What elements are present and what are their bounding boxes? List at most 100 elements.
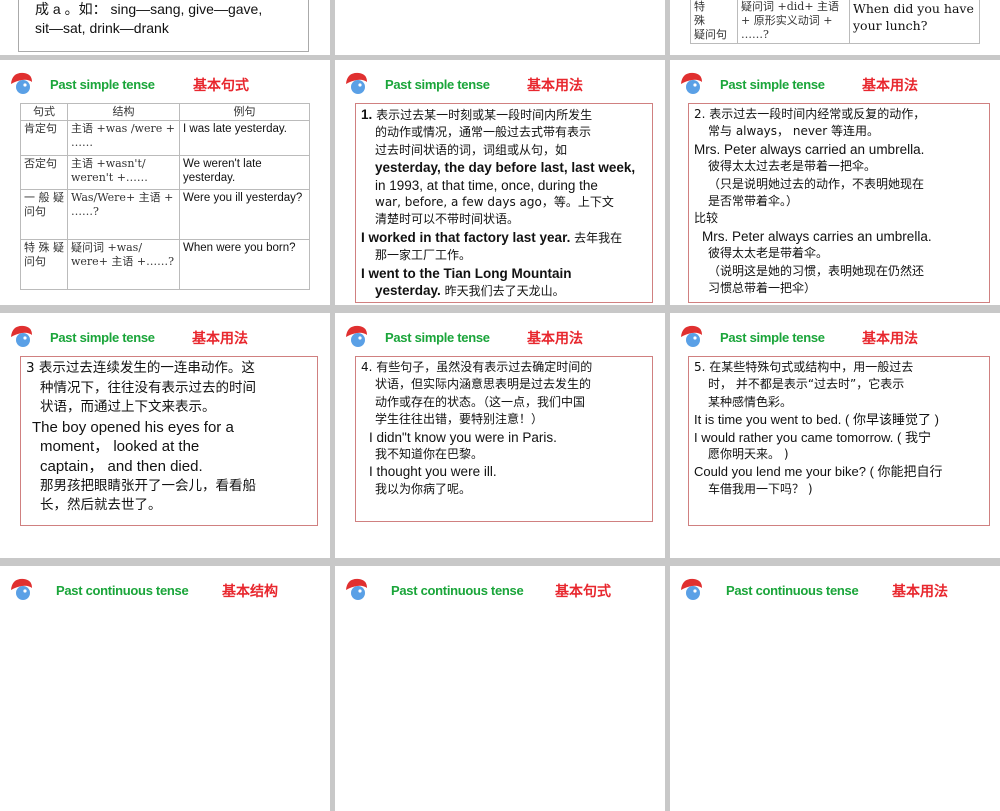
table-header: 句式 xyxy=(20,103,68,121)
text-line: Mrs. Peter always carried an umbrella. xyxy=(694,141,925,157)
label: 疑问句 xyxy=(694,28,727,41)
smurf-icon xyxy=(11,72,32,94)
text-line: 是否常带着伞。） xyxy=(708,194,799,209)
slide-r0c0: 成 a 。如： sing—sang, give—gave, sit—sat, d… xyxy=(0,0,330,55)
text-line: 常与 always， never 等连用。 xyxy=(708,124,880,139)
text-line: 我不知道你在巴黎。 xyxy=(375,447,484,462)
slide-title-cn: 基本句式 xyxy=(193,78,249,94)
example-en: I went to the Tian Long Mountain xyxy=(361,265,572,281)
smurf-icon xyxy=(11,325,32,347)
slide-r2c2: Past simple tense 基本用法 5. 在某些特殊句式或结构中，用一… xyxy=(670,313,1000,558)
text-line: I would rather you came tomorrow. ( 我宁 xyxy=(694,429,931,445)
table-cell: Were you ill yesterday? xyxy=(179,189,310,240)
slide-r3c1: Past continuous tense 基本句式 xyxy=(335,566,665,811)
slide-title-cn: 基本用法 xyxy=(527,331,583,347)
smurf-icon xyxy=(346,72,367,94)
text-line: 比较 xyxy=(694,211,719,226)
example-cn: 去年我在 xyxy=(574,230,623,245)
usage-box-3: 3 表示过去连续发生的一连串动作。这 种情况下，往往没有表示过去的时间 状语，而… xyxy=(20,356,318,526)
structure-cell: 疑问词 +did+ 主语 + 原形实义动词 + ……? xyxy=(737,0,850,44)
slide-title-en: Past simple tense xyxy=(385,330,490,345)
table-cell: 一 般 疑问句 xyxy=(20,189,68,240)
slide-title-cn: 基本用法 xyxy=(862,331,918,347)
slide-r0c1 xyxy=(335,0,665,55)
text-line: 表示过去某一时刻或某一段时间内所发生 xyxy=(376,108,593,122)
usage-box-5: 5. 在某些特殊句式或结构中，用一般过去 时， 并不都是表示“过去时”，它表示 … xyxy=(688,356,990,526)
table-cell: I was late yesterday. xyxy=(179,120,310,156)
example-cn: 那一家工厂工作。 xyxy=(375,248,472,263)
usage-box-2: 2. 表示过去一段时间内经常或反复的动作， 常与 always， never 等… xyxy=(688,103,990,303)
text-line: The boy opened his eyes for a xyxy=(32,418,234,436)
text-line: 车借我用一下吗？ ) xyxy=(708,481,813,496)
slide-title-cn: 基本用法 xyxy=(192,331,248,347)
text-line: in 1993, at that time, once, during the xyxy=(375,177,598,193)
text-line: 我以为你病了呢。 xyxy=(375,481,472,496)
text-line: 那男孩把眼睛张开了一会儿，看看船 xyxy=(40,477,256,494)
example-en: I worked in that factory last year. xyxy=(361,229,571,245)
smurf-icon xyxy=(681,72,702,94)
smurf-icon xyxy=(11,578,32,600)
text-line: 时， 并不都是表示“过去时”，它表示 xyxy=(708,377,905,392)
smurf-icon xyxy=(681,325,702,347)
slide-title-en: Past simple tense xyxy=(385,77,490,92)
text-line: 彼得太太老是带着伞。 xyxy=(708,246,829,261)
text-line: 的动作或情况，通常一般过去式带有表示 xyxy=(375,125,592,140)
text-line: 学生往往出错，要特别注意！） xyxy=(375,412,544,427)
slide-r3c2: Past continuous tense 基本用法 xyxy=(670,566,1000,811)
table-cell: Was/Were+ 主语 + ……? xyxy=(67,189,180,240)
text-line: Mrs. Peter always carries an umbrella. xyxy=(702,228,932,244)
slide-r2c0: Past simple tense 基本用法 3 表示过去连续发生的一连串动作。… xyxy=(0,313,330,558)
slide-title-en: Past simple tense xyxy=(720,330,825,345)
text-line: 过去时间状语的词，词组或从句，如 xyxy=(375,142,568,157)
text-line: 5. 在某些特殊句式或结构中，用一般过去 xyxy=(694,360,914,374)
slide-r1c2: Past simple tense 基本用法 2. 表示过去一段时间内经常或反复… xyxy=(670,60,1000,305)
table-cell: 主语 +was /were + …… xyxy=(67,120,180,156)
example-cell: When did you have your lunch? xyxy=(849,0,980,44)
usage-box-4: 4. 有些句子，虽然没有表示过去确定时间的 状语，但实际内涵意思表明是过去发生的… xyxy=(355,356,653,522)
text-line: captain， and then died. xyxy=(40,457,203,475)
table-cell: 特 殊 疑问句 xyxy=(20,239,68,290)
slide-title-cn: 基本句式 xyxy=(555,584,611,600)
table-cell: 疑问词 +was/ were+ 主语 +……? xyxy=(67,239,180,290)
text-line: I thought you were ill. xyxy=(369,464,497,480)
slide-r2c1: Past simple tense 基本用法 4. 有些句子，虽然没有表示过去确… xyxy=(335,313,665,558)
example-cn: 昨天我们去了天龙山。 xyxy=(444,284,565,299)
text-line: 成 a 。如： sing—sang, give—gave, xyxy=(35,1,263,17)
text-line: 清楚时可以不带时间状语。 xyxy=(375,212,520,227)
slide-title-cn: 基本用法 xyxy=(892,584,948,600)
example-en: yesterday. xyxy=(375,283,441,299)
text-line: 状语，而通过上下文来表示。 xyxy=(40,399,216,416)
smurf-icon xyxy=(681,578,702,600)
table-cell: 肯定句 xyxy=(20,120,68,156)
slide-title-en: Past continuous tense xyxy=(56,583,189,598)
text-line: I didn"t know you were in Paris. xyxy=(369,429,557,445)
table-header: 例句 xyxy=(179,103,310,121)
smurf-icon xyxy=(346,325,367,347)
text-line: 某种感情色彩。 xyxy=(708,394,793,409)
table-header: 结构 xyxy=(67,103,180,121)
smurf-icon xyxy=(346,578,367,600)
text-line: war, before, a few days ago，等。上下文 xyxy=(375,195,614,210)
slide-r0c2: 特 殊 疑问句 疑问词 +did+ 主语 + 原形实义动词 + ……? When… xyxy=(670,0,1000,55)
text-line: 状语，但实际内涵意思表明是过去发生的 xyxy=(375,377,592,392)
slide-title-en: Past continuous tense xyxy=(726,583,859,598)
slide-r1c0: Past simple tense 基本句式 句式 结构 例句 肯定句 主语 +… xyxy=(0,60,330,305)
text-line: （说明这是她的习惯，表明她现在仍然还 xyxy=(708,263,925,278)
text-box: 成 a 。如： sing—sang, give—gave, sit—sat, d… xyxy=(18,0,309,52)
text-line: 3 表示过去连续发生的一连串动作。这 xyxy=(26,360,255,376)
text-line: It is time you went to bed. ( 你早该睡觉了 ) xyxy=(694,412,939,428)
text-line: 习惯总带着一把伞） xyxy=(708,281,817,296)
slide-r1c1: Past simple tense 基本用法 1. 表示过去某一时刻或某一段时间… xyxy=(335,60,665,305)
slide-title-cn: 基本结构 xyxy=(222,584,278,600)
grammar-table-fragment: 特 殊 疑问句 疑问词 +did+ 主语 + 原形实义动词 + ……? When… xyxy=(690,0,980,44)
slide-r3c0: Past continuous tense 基本结构 xyxy=(0,566,330,811)
table-cell: 否定句 xyxy=(20,155,68,190)
text-line: sit—sat, drink—drank xyxy=(35,20,169,36)
slide-title-en: Past continuous tense xyxy=(391,583,524,598)
label: 特 xyxy=(694,0,705,13)
text-line: yesterday, the day before last, last wee… xyxy=(375,160,636,176)
text-line: 愿你明天来。 ) xyxy=(708,447,789,462)
text-line: 长，然后就去世了。 xyxy=(40,497,162,514)
text-line: 种情况下，往往没有表示过去的时间 xyxy=(40,379,256,396)
table-cell: We weren't late yesterday. xyxy=(179,155,310,190)
